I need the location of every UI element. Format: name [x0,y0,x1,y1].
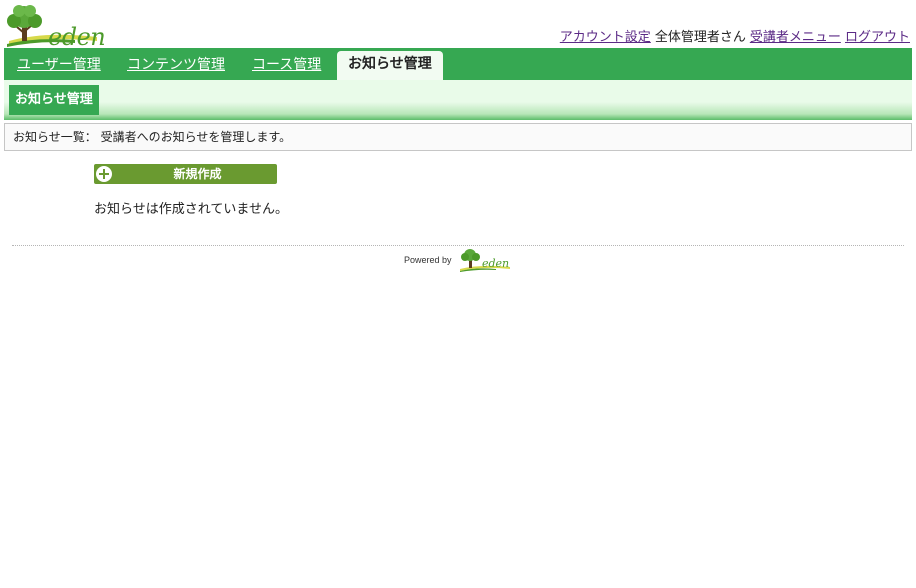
account-links: アカウント設定 全体管理者さん 受講者メニュー ログアウト [560,26,910,45]
account-settings-link[interactable]: アカウント設定 [560,30,651,45]
learner-menu-link[interactable]: 受講者メニュー [750,30,841,45]
empty-message: お知らせは作成されていません。 [94,202,288,217]
logo-wordmark: eden [48,23,106,51]
tab-course-management[interactable]: コース管理 [252,48,321,80]
header: eden アカウント設定 全体管理者さん 受講者メニュー ログアウト [0,0,916,51]
footer-divider [12,245,904,246]
plus-circle-icon [96,166,112,182]
powered-by-text: Powered by [404,255,452,265]
subtab-notice-management[interactable]: お知らせ管理 [9,85,99,115]
eden-logo[interactable]: eden [5,3,106,51]
powered-by: Powered by eden [404,248,514,272]
logout-link[interactable]: ログアウト [845,30,910,45]
page-description: お知らせ一覧： 受講者へのお知らせを管理します。 [4,123,912,151]
new-notice-button[interactable]: 新規作成 [94,164,277,184]
tab-notice-management[interactable]: お知らせ管理 [337,51,443,80]
footer-logo-wordmark: eden [482,257,510,270]
tab-user-management[interactable]: ユーザー管理 [17,48,101,80]
user-name: 全体管理者さん [654,30,746,45]
footer-logo: eden [460,248,512,272]
sub-nav: お知らせ管理 [4,80,912,120]
new-notice-button-label: 新規作成 [173,167,222,181]
main-nav: ユーザー管理 コンテンツ管理 コース管理 お知らせ管理 [4,48,912,80]
tab-content-management[interactable]: コンテンツ管理 [127,48,225,80]
